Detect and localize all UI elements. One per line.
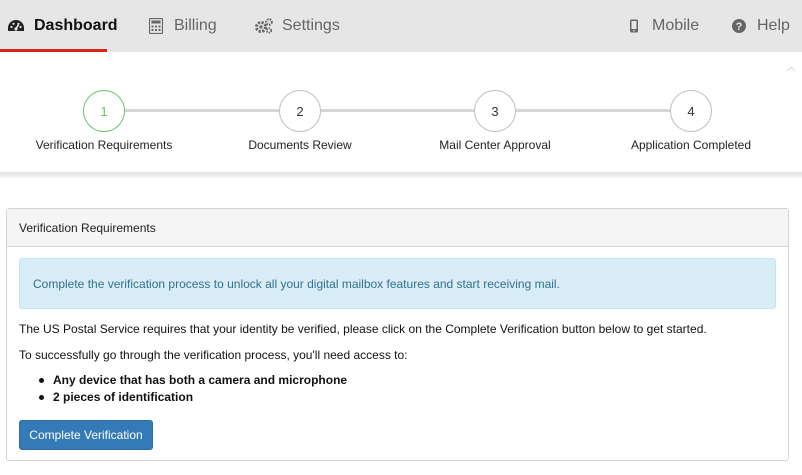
question-circle-icon: ? [729, 16, 749, 36]
top-navigation: Dashboard Billing Settings Mobile ? Help [0, 0, 802, 52]
nav-billing-label: Billing [174, 17, 217, 34]
nav-help-label: Help [757, 17, 790, 34]
requirements-intro: To successfully go through the verificat… [19, 348, 408, 362]
step-documents-review: 2 Documents Review [210, 90, 390, 152]
info-alert-text: Complete the verification process to unl… [33, 276, 560, 291]
calculator-icon [146, 16, 166, 36]
step-verification-requirements: 1 Verification Requirements [14, 90, 194, 152]
step-number: 3 [474, 90, 516, 132]
nav-mobile-label: Mobile [652, 17, 700, 34]
step-label: Application Completed [630, 138, 752, 152]
step-number: 1 [83, 90, 125, 132]
nav-billing[interactable]: Billing [146, 0, 217, 52]
section-divider [0, 172, 802, 178]
nav-settings-label: Settings [282, 17, 340, 34]
scroll-up-icon[interactable] [786, 66, 796, 72]
requirements-list: Any device that has both a camera and mi… [37, 372, 347, 406]
list-item: 2 pieces of identification [37, 389, 347, 406]
verification-panel: Verification Requirements Complete the v… [6, 208, 789, 461]
nav-dashboard-label: Dashboard [34, 17, 118, 34]
svg-text:?: ? [736, 21, 743, 33]
nav-dashboard[interactable]: Dashboard [6, 0, 118, 52]
panel-title: Verification Requirements [7, 209, 788, 247]
step-application-completed: 4 Application Completed [601, 90, 781, 152]
step-label: Mail Center Approval [439, 138, 551, 152]
nav-help[interactable]: ? Help [729, 0, 790, 52]
step-label: Documents Review [248, 138, 352, 152]
step-mail-center-approval: 3 Mail Center Approval [405, 90, 585, 152]
step-number: 4 [670, 90, 712, 132]
verification-instructions: The US Postal Service requires that your… [19, 322, 707, 336]
nav-mobile[interactable]: Mobile [624, 0, 699, 52]
progress-stepper: 1 Verification Requirements 2 Documents … [0, 52, 802, 172]
info-alert: Complete the verification process to unl… [19, 258, 776, 309]
complete-verification-button[interactable]: Complete Verification [19, 420, 153, 450]
nav-settings[interactable]: Settings [254, 0, 340, 52]
step-number: 2 [279, 90, 321, 132]
list-item: Any device that has both a camera and mi… [37, 372, 347, 389]
mobile-phone-icon [624, 16, 644, 36]
tachometer-icon [6, 16, 26, 36]
step-label: Verification Requirements [35, 138, 173, 152]
gears-icon [254, 16, 274, 36]
